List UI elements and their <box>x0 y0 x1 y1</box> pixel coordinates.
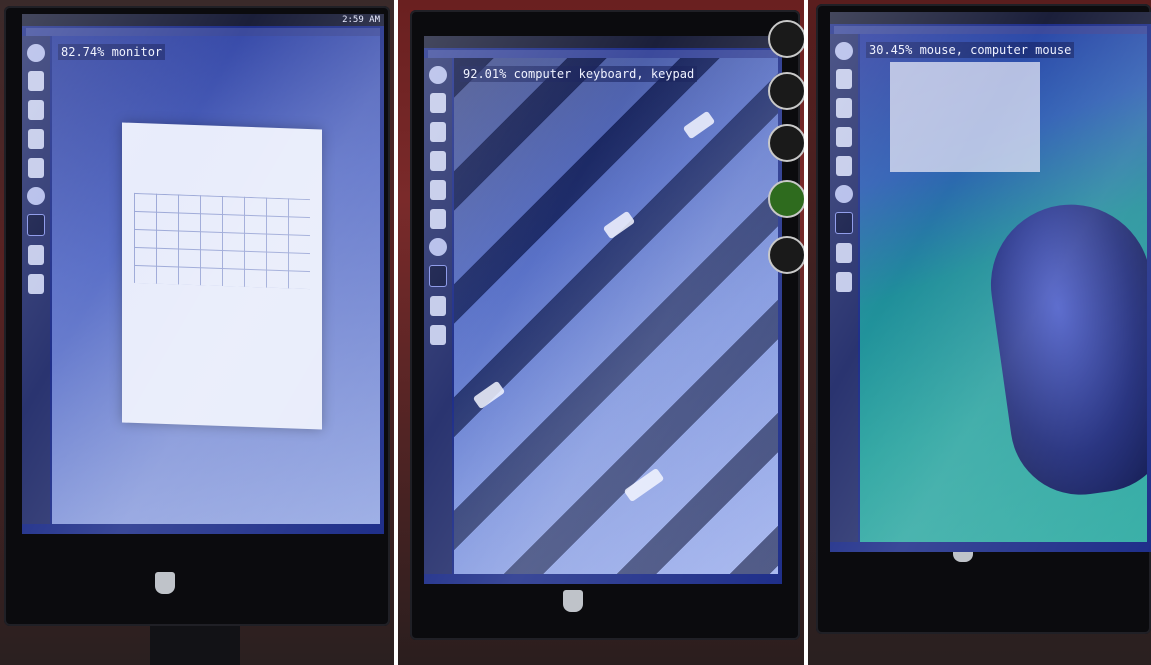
document-icon[interactable] <box>28 129 44 149</box>
document-icon[interactable] <box>430 180 446 200</box>
terminal-icon[interactable] <box>429 265 447 287</box>
drive-icon[interactable] <box>28 274 44 294</box>
monitor-side-button[interactable] <box>768 20 804 58</box>
dash-home-icon[interactable] <box>27 44 45 62</box>
photo-panel-mouse: 30.45% mouse, computer mouse <box>808 0 1151 665</box>
files-icon[interactable] <box>430 93 446 113</box>
monitor-side-button[interactable] <box>768 180 804 218</box>
drive-icon[interactable] <box>836 272 852 292</box>
files-icon[interactable] <box>836 69 852 89</box>
monitor-screen: 30.45% mouse, computer mouse <box>830 12 1151 552</box>
files-icon[interactable] <box>28 71 44 91</box>
monitor-side-button[interactable] <box>768 124 804 162</box>
terminal-icon[interactable] <box>835 212 853 234</box>
monitor-app-icon[interactable] <box>28 245 44 265</box>
window-title-bar <box>834 26 1147 34</box>
detection-label: 82.74% monitor <box>58 44 166 60</box>
document-icon[interactable] <box>836 127 852 147</box>
viewed-document <box>122 122 322 430</box>
monitor-screen: 92.01% computer keyboard, keypad <box>424 36 782 584</box>
system-tray-clock: 2:59 AM <box>342 15 380 25</box>
software-center-icon[interactable] <box>430 209 446 229</box>
document-icon[interactable] <box>836 98 852 118</box>
camera-feed: 92.01% computer keyboard, keypad <box>454 58 778 574</box>
settings-gear-icon[interactable] <box>27 187 45 205</box>
computer-mouse <box>980 194 1147 504</box>
monitor-brand-logo <box>563 590 583 612</box>
launcher-sidebar <box>830 34 858 542</box>
settings-gear-icon[interactable] <box>835 185 853 203</box>
top-panel: 2:59 AM <box>22 14 384 26</box>
dash-home-icon[interactable] <box>835 42 853 60</box>
detection-label: 30.45% mouse, computer mouse <box>866 42 1075 58</box>
document-icon[interactable] <box>430 151 446 171</box>
monitor-side-button[interactable] <box>768 236 804 274</box>
monitor-brand-logo <box>155 572 175 594</box>
drive-icon[interactable] <box>430 325 446 345</box>
monitor-side-button[interactable] <box>768 72 804 110</box>
monitor-screen: 2:59 AM 82.74% monitor <box>22 14 384 534</box>
software-center-icon[interactable] <box>836 156 852 176</box>
camera-feed: 82.74% monitor <box>52 36 380 524</box>
launcher-sidebar <box>22 36 50 524</box>
photo-collage: 2:59 AM 82.74% monitor 92.01% computer k… <box>0 0 1151 665</box>
detection-label: 92.01% computer keyboard, keypad <box>460 66 698 82</box>
settings-gear-icon[interactable] <box>429 238 447 256</box>
photo-panel-monitor: 2:59 AM 82.74% monitor <box>0 0 394 665</box>
document-icon[interactable] <box>430 122 446 142</box>
window-title-bar <box>428 50 778 58</box>
window-title-bar <box>26 28 380 36</box>
monitor-app-icon[interactable] <box>430 296 446 316</box>
top-panel <box>424 36 782 48</box>
camera-feed: 30.45% mouse, computer mouse <box>860 34 1147 542</box>
software-center-icon[interactable] <box>28 158 44 178</box>
dash-home-icon[interactable] <box>429 66 447 84</box>
terminal-icon[interactable] <box>27 214 45 236</box>
document-icon[interactable] <box>28 100 44 120</box>
background-window <box>890 62 1040 172</box>
launcher-sidebar <box>424 58 452 574</box>
photo-panel-keyboard: 92.01% computer keyboard, keypad <box>398 0 804 665</box>
monitor-app-icon[interactable] <box>836 243 852 263</box>
top-panel <box>830 12 1151 24</box>
